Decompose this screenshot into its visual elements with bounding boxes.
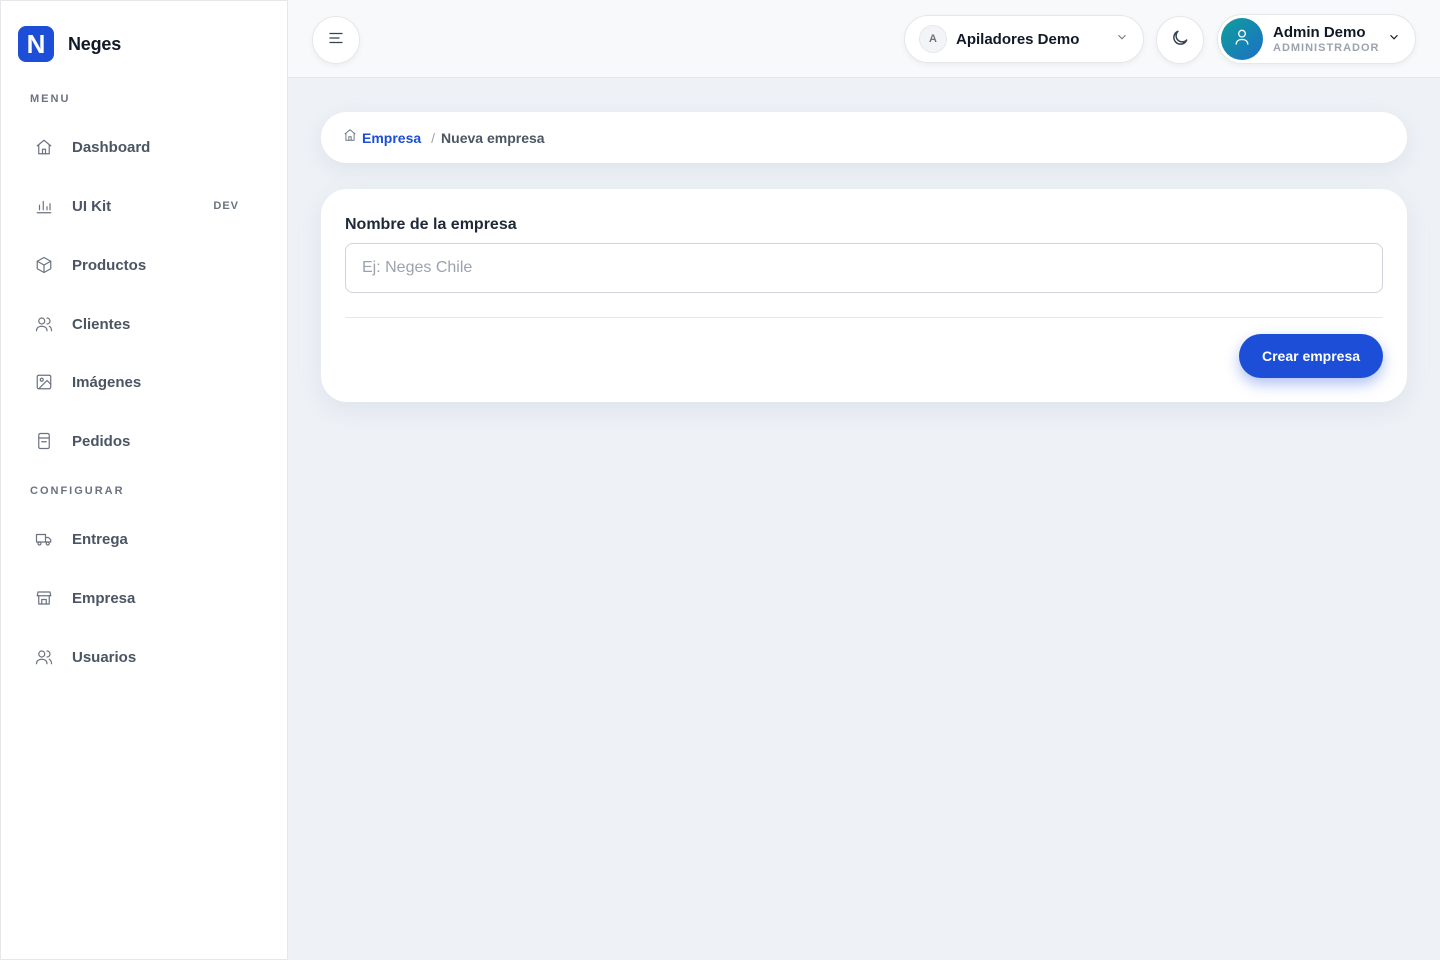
brand[interactable]: N Neges bbox=[18, 26, 121, 62]
user-menu[interactable]: Admin Demo ADMINISTRADOR bbox=[1217, 14, 1416, 64]
company-name: Apiladores Demo bbox=[956, 30, 1080, 48]
chevron-down-icon bbox=[1387, 30, 1401, 49]
user-icon bbox=[1232, 27, 1252, 52]
breadcrumb: Empresa / Nueva empresa bbox=[321, 112, 1407, 163]
users-icon bbox=[29, 315, 61, 333]
avatar bbox=[1221, 18, 1263, 60]
sidebar-item-pedidos[interactable]: Pedidos bbox=[29, 419, 257, 463]
new-company-form: Nombre de la empresa Crear empresa bbox=[321, 189, 1407, 402]
dev-badge: DEV bbox=[213, 200, 239, 212]
sidebar-item-label: Clientes bbox=[72, 315, 131, 333]
user-name: Admin Demo bbox=[1273, 23, 1366, 41]
sidebar-item-clientes[interactable]: Clientes bbox=[29, 302, 257, 346]
sidebar-item-imagenes[interactable]: Imágenes bbox=[29, 360, 257, 404]
sidebar-item-label: Empresa bbox=[72, 589, 136, 607]
truck-icon bbox=[29, 530, 61, 548]
sidebar-item-label: Pedidos bbox=[72, 432, 131, 450]
sidebar-item-productos[interactable]: Productos bbox=[29, 243, 257, 287]
sidebar: N Neges MENU Dashboard UI Kit DEV Produc… bbox=[0, 0, 288, 960]
brand-logo: N bbox=[18, 26, 54, 62]
sidebar-item-label: Entrega bbox=[72, 530, 128, 548]
receipt-icon bbox=[29, 432, 61, 450]
sidebar-item-usuarios[interactable]: Usuarios bbox=[29, 635, 257, 679]
sidebar-item-label: UI Kit bbox=[72, 197, 112, 215]
user-info: Admin Demo ADMINISTRADOR bbox=[1273, 24, 1380, 55]
breadcrumb-separator: / bbox=[431, 129, 436, 146]
chevron-down-icon bbox=[1115, 30, 1129, 49]
brand-name: Neges bbox=[68, 33, 122, 54]
moon-icon bbox=[1170, 28, 1190, 53]
box-icon bbox=[29, 256, 61, 274]
section-label-configurar: CONFIGURAR bbox=[30, 485, 125, 497]
image-icon bbox=[29, 373, 61, 391]
home-icon bbox=[29, 138, 61, 156]
company-avatar: A bbox=[919, 25, 947, 53]
breadcrumb-link-empresa[interactable]: Empresa bbox=[362, 130, 421, 146]
users-icon bbox=[29, 648, 61, 666]
sidebar-item-empresa[interactable]: Empresa bbox=[29, 576, 257, 620]
bar-chart-icon bbox=[29, 197, 61, 215]
user-role: ADMINISTRADOR bbox=[1273, 41, 1380, 54]
home-icon[interactable] bbox=[343, 128, 357, 147]
divider bbox=[345, 317, 1383, 318]
sidebar-item-label: Dashboard bbox=[72, 138, 151, 156]
topbar: A Apiladores Demo Admin Demo ADMINISTRAD… bbox=[288, 0, 1440, 78]
company-name-label: Nombre de la empresa bbox=[345, 216, 517, 233]
theme-toggle-button[interactable] bbox=[1156, 16, 1204, 64]
store-icon bbox=[29, 589, 61, 607]
section-label-menu: MENU bbox=[30, 93, 71, 105]
menu-toggle-button[interactable] bbox=[312, 16, 360, 64]
sidebar-item-dashboard[interactable]: Dashboard bbox=[29, 125, 257, 169]
company-name-input[interactable] bbox=[345, 243, 1383, 293]
sidebar-item-label: Imágenes bbox=[72, 373, 142, 391]
breadcrumb-current: Nueva empresa bbox=[441, 129, 545, 146]
sidebar-item-label: Productos bbox=[72, 256, 147, 274]
menu-icon bbox=[327, 29, 345, 52]
create-company-button[interactable]: Crear empresa bbox=[1239, 334, 1383, 378]
company-selector[interactable]: A Apiladores Demo bbox=[904, 15, 1144, 63]
sidebar-item-ui-kit[interactable]: UI Kit DEV bbox=[29, 184, 257, 228]
sidebar-item-entrega[interactable]: Entrega bbox=[29, 517, 257, 561]
sidebar-item-label: Usuarios bbox=[72, 648, 137, 666]
